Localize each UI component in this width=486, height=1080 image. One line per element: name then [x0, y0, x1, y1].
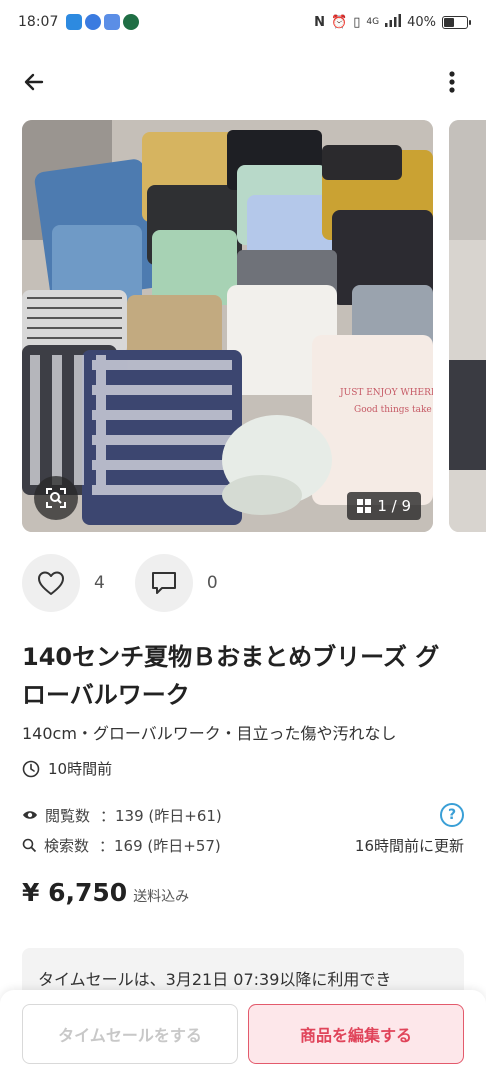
photo-counter[interactable]: 1 / 9	[347, 492, 421, 520]
battery-icon	[442, 15, 471, 29]
clock-icon	[22, 760, 40, 777]
zoom-button[interactable]	[34, 476, 78, 520]
price-row: ¥ 6,750 送料込み	[22, 878, 189, 907]
svg-text:JUST ENJOY WHERE YOU ARE: JUST ENJOY WHERE YOU ARE	[339, 388, 433, 398]
video-app-icon	[66, 14, 83, 30]
battery-percent: 40%	[407, 14, 436, 30]
price: ¥ 6,750	[22, 878, 128, 907]
views-value: ：139 (昨日+61)	[100, 806, 222, 825]
nfc-icon: N	[314, 14, 326, 30]
like-button[interactable]	[22, 554, 80, 612]
item-title: 140センチ夏物Ｂおまとめブリーズ グローバルワーク	[22, 643, 440, 709]
clothes-photo-illustration: JUST ENJOY WHERE YOU ARE Good things tak…	[22, 120, 433, 532]
photo-gallery[interactable]: JUST ENJOY WHERE YOU ARE Good things tak…	[0, 120, 486, 532]
updated-text: 16時間前に更新	[354, 837, 464, 855]
header	[0, 56, 486, 108]
like-count: 4	[94, 573, 105, 593]
eye-icon	[23, 811, 37, 819]
signal-icon	[385, 13, 402, 31]
app-icon	[123, 14, 140, 30]
comment-button[interactable]	[134, 554, 193, 612]
vibrate-icon: ▯	[353, 14, 361, 30]
browser-app-icon	[85, 14, 102, 30]
notification-icons	[66, 14, 140, 30]
svg-text:Good things take time: Good things take time	[354, 405, 433, 415]
battery-fill	[444, 17, 454, 27]
status-right: N ⏰ ▯ 4G 40%	[314, 13, 471, 31]
shipping-label: 送料込み	[133, 889, 190, 905]
posted-time: 10時間前	[22, 758, 112, 779]
product-photo[interactable]: JUST ENJOY WHERE YOU ARE Good things tak…	[22, 120, 433, 532]
search-icon	[22, 838, 37, 853]
arrow-left-icon	[24, 73, 44, 91]
next-photo-illustration	[449, 120, 486, 532]
views-label: 閲覧数	[45, 806, 91, 825]
edit-item-button[interactable]: 商品を編集する	[248, 1004, 464, 1064]
search-value: ：169 (昨日+57)	[99, 837, 221, 855]
grid-icon	[357, 499, 372, 513]
time-sale-button[interactable]: タイムセールをする	[22, 1004, 238, 1064]
search-label: 検索数	[44, 837, 90, 855]
help-icon[interactable]: ?	[440, 803, 464, 827]
bottom-action-bar: タイムセールをする 商品を編集する	[0, 990, 486, 1080]
heart-icon	[38, 571, 64, 595]
search-row: 検索数 ：169 (昨日+57) 16時間前に更新	[22, 835, 464, 856]
more-vertical-icon	[449, 71, 455, 93]
back-button[interactable]	[18, 66, 50, 98]
more-menu-button[interactable]	[436, 66, 468, 98]
status-time: 18:07	[18, 14, 59, 30]
alarm-icon: ⏰	[331, 14, 348, 30]
comment-count: 0	[206, 573, 218, 593]
actions-row: 4 0	[22, 554, 248, 612]
zoom-icon	[46, 488, 66, 508]
photo-counter-text: 1 / 9	[377, 497, 411, 515]
next-photo-preview[interactable]	[449, 120, 486, 532]
status-bar: 18:07 N ⏰ ▯ 4G 40%	[0, 0, 486, 44]
mail-app-icon	[104, 14, 121, 30]
views-row: 閲覧数 ：139 (昨日+61) ?	[22, 803, 464, 827]
comment-icon	[151, 572, 176, 594]
network-type: 4G	[366, 17, 380, 27]
posted-time-text: 10時間前	[48, 760, 113, 778]
item-subtitle: 140cm・グローバルワーク・目立った傷や汚れなし	[22, 724, 397, 743]
